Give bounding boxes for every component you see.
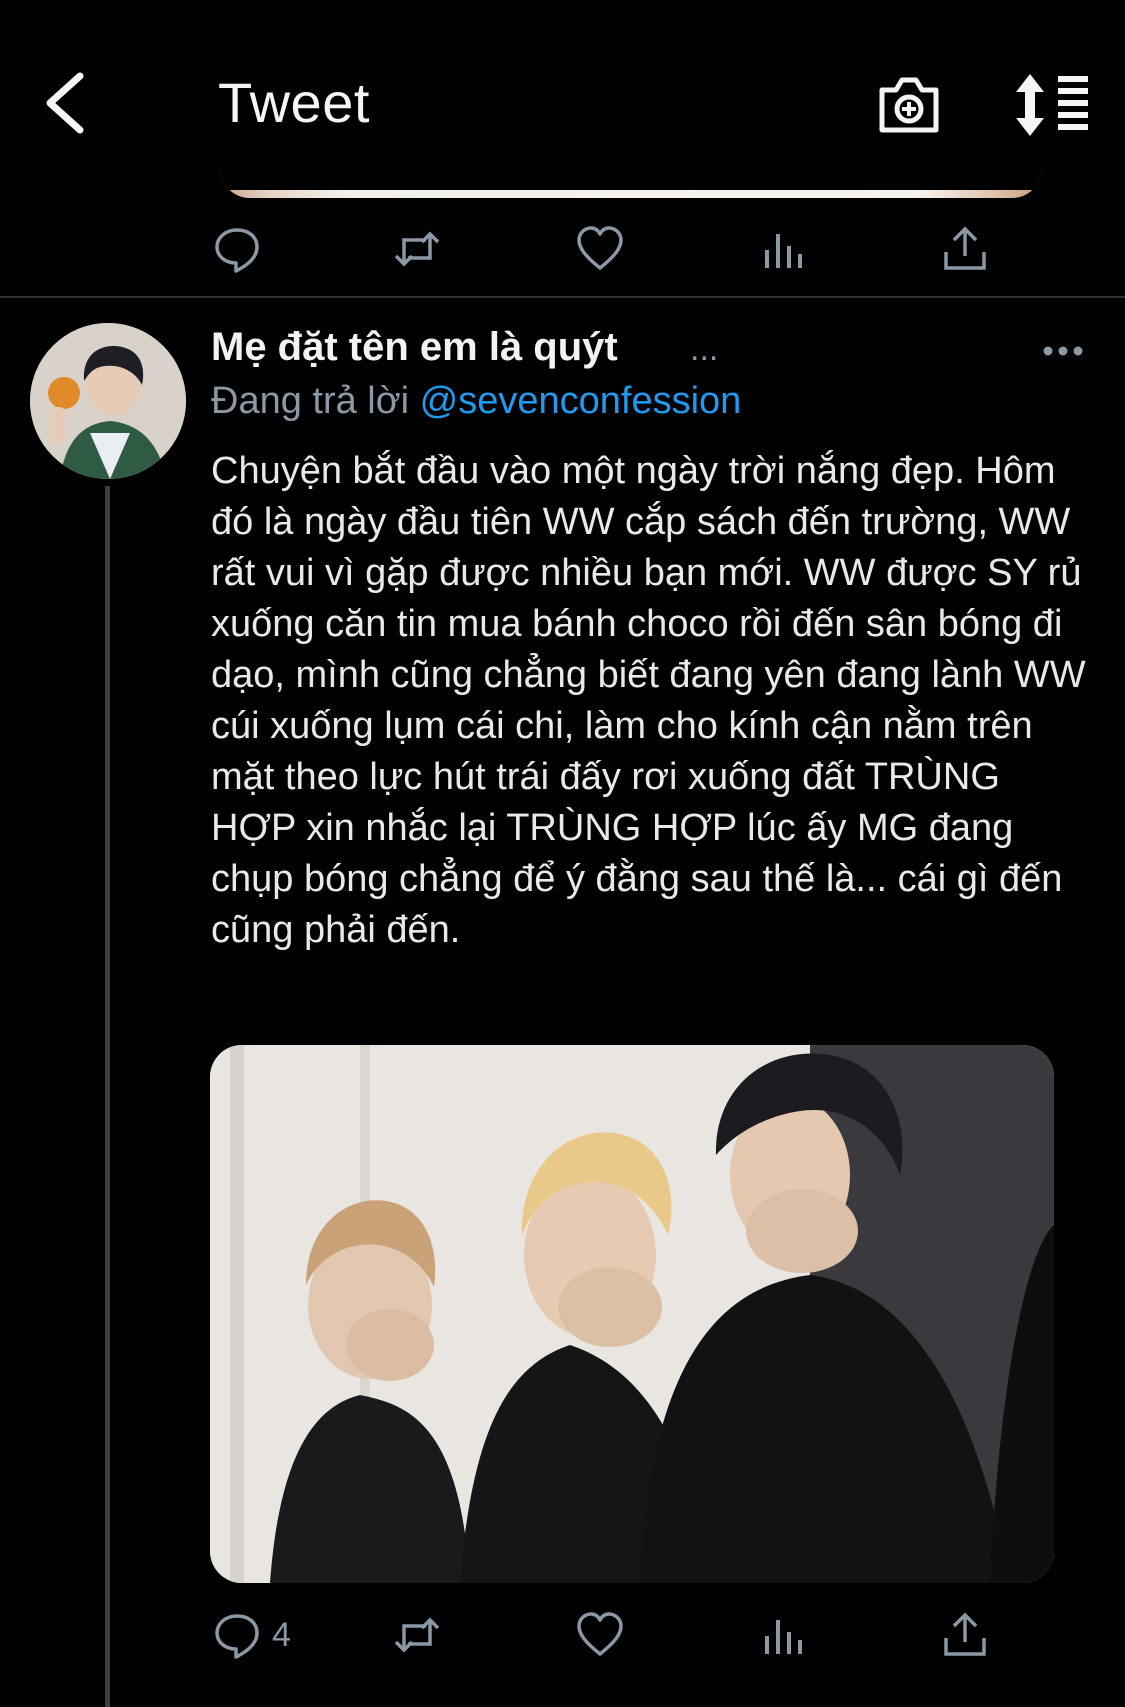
reply-count: 4 bbox=[272, 1615, 291, 1654]
previous-tweet-media[interactable] bbox=[220, 168, 1042, 198]
analytics-button[interactable] bbox=[758, 219, 808, 279]
retweet-icon bbox=[394, 1617, 440, 1653]
like-icon bbox=[577, 1612, 623, 1656]
author-name[interactable]: Mẹ đặt tên em là quýt bbox=[211, 325, 618, 370]
share-button[interactable] bbox=[940, 219, 990, 279]
share-icon bbox=[944, 226, 986, 270]
like-icon bbox=[577, 226, 623, 270]
more-options-icon[interactable] bbox=[1042, 336, 1084, 366]
sort-icon[interactable] bbox=[1014, 74, 1090, 136]
thread-line bbox=[105, 486, 110, 1707]
replying-to: Đang trả lời @sevenconfession bbox=[211, 380, 741, 423]
name-truncation: ... bbox=[690, 330, 719, 368]
analytics-icon bbox=[765, 234, 802, 268]
retweet-button[interactable] bbox=[392, 1605, 442, 1665]
analytics-button[interactable] bbox=[758, 1605, 808, 1665]
tweet-text: Chuyện bắt đầu vào một ngày trời nắng đẹ… bbox=[211, 450, 1086, 951]
reply-icon bbox=[215, 228, 259, 273]
reply-button[interactable] bbox=[212, 219, 262, 279]
avatar[interactable] bbox=[30, 323, 186, 479]
reply-button[interactable]: 4 bbox=[212, 1605, 291, 1665]
top-navigation-bar: Tweet bbox=[0, 0, 1125, 185]
like-button[interactable] bbox=[575, 1605, 625, 1665]
analytics-icon bbox=[765, 1620, 802, 1654]
tweet-photo[interactable] bbox=[210, 1045, 1054, 1583]
tweet-divider bbox=[0, 296, 1125, 298]
retweet-button[interactable] bbox=[392, 219, 442, 279]
like-button[interactable] bbox=[575, 219, 625, 279]
reply-icon bbox=[215, 1614, 259, 1659]
reply-tweet-actions: 4 bbox=[200, 1605, 1080, 1665]
retweet-icon bbox=[394, 231, 440, 267]
previous-tweet-actions bbox=[200, 219, 1080, 279]
chevron-left-icon[interactable] bbox=[38, 68, 98, 138]
share-button[interactable] bbox=[940, 1605, 990, 1665]
replying-label: Đang trả lời bbox=[211, 380, 410, 422]
tweet-detail-page: Tweet Mẹ đặt tên em là quýt ... Đang trả… bbox=[0, 0, 1125, 1707]
camera-add-icon[interactable] bbox=[876, 72, 942, 136]
replying-handle-link[interactable]: @sevenconfession bbox=[420, 380, 742, 422]
share-icon bbox=[944, 1612, 986, 1656]
page-title: Tweet bbox=[218, 71, 370, 134]
